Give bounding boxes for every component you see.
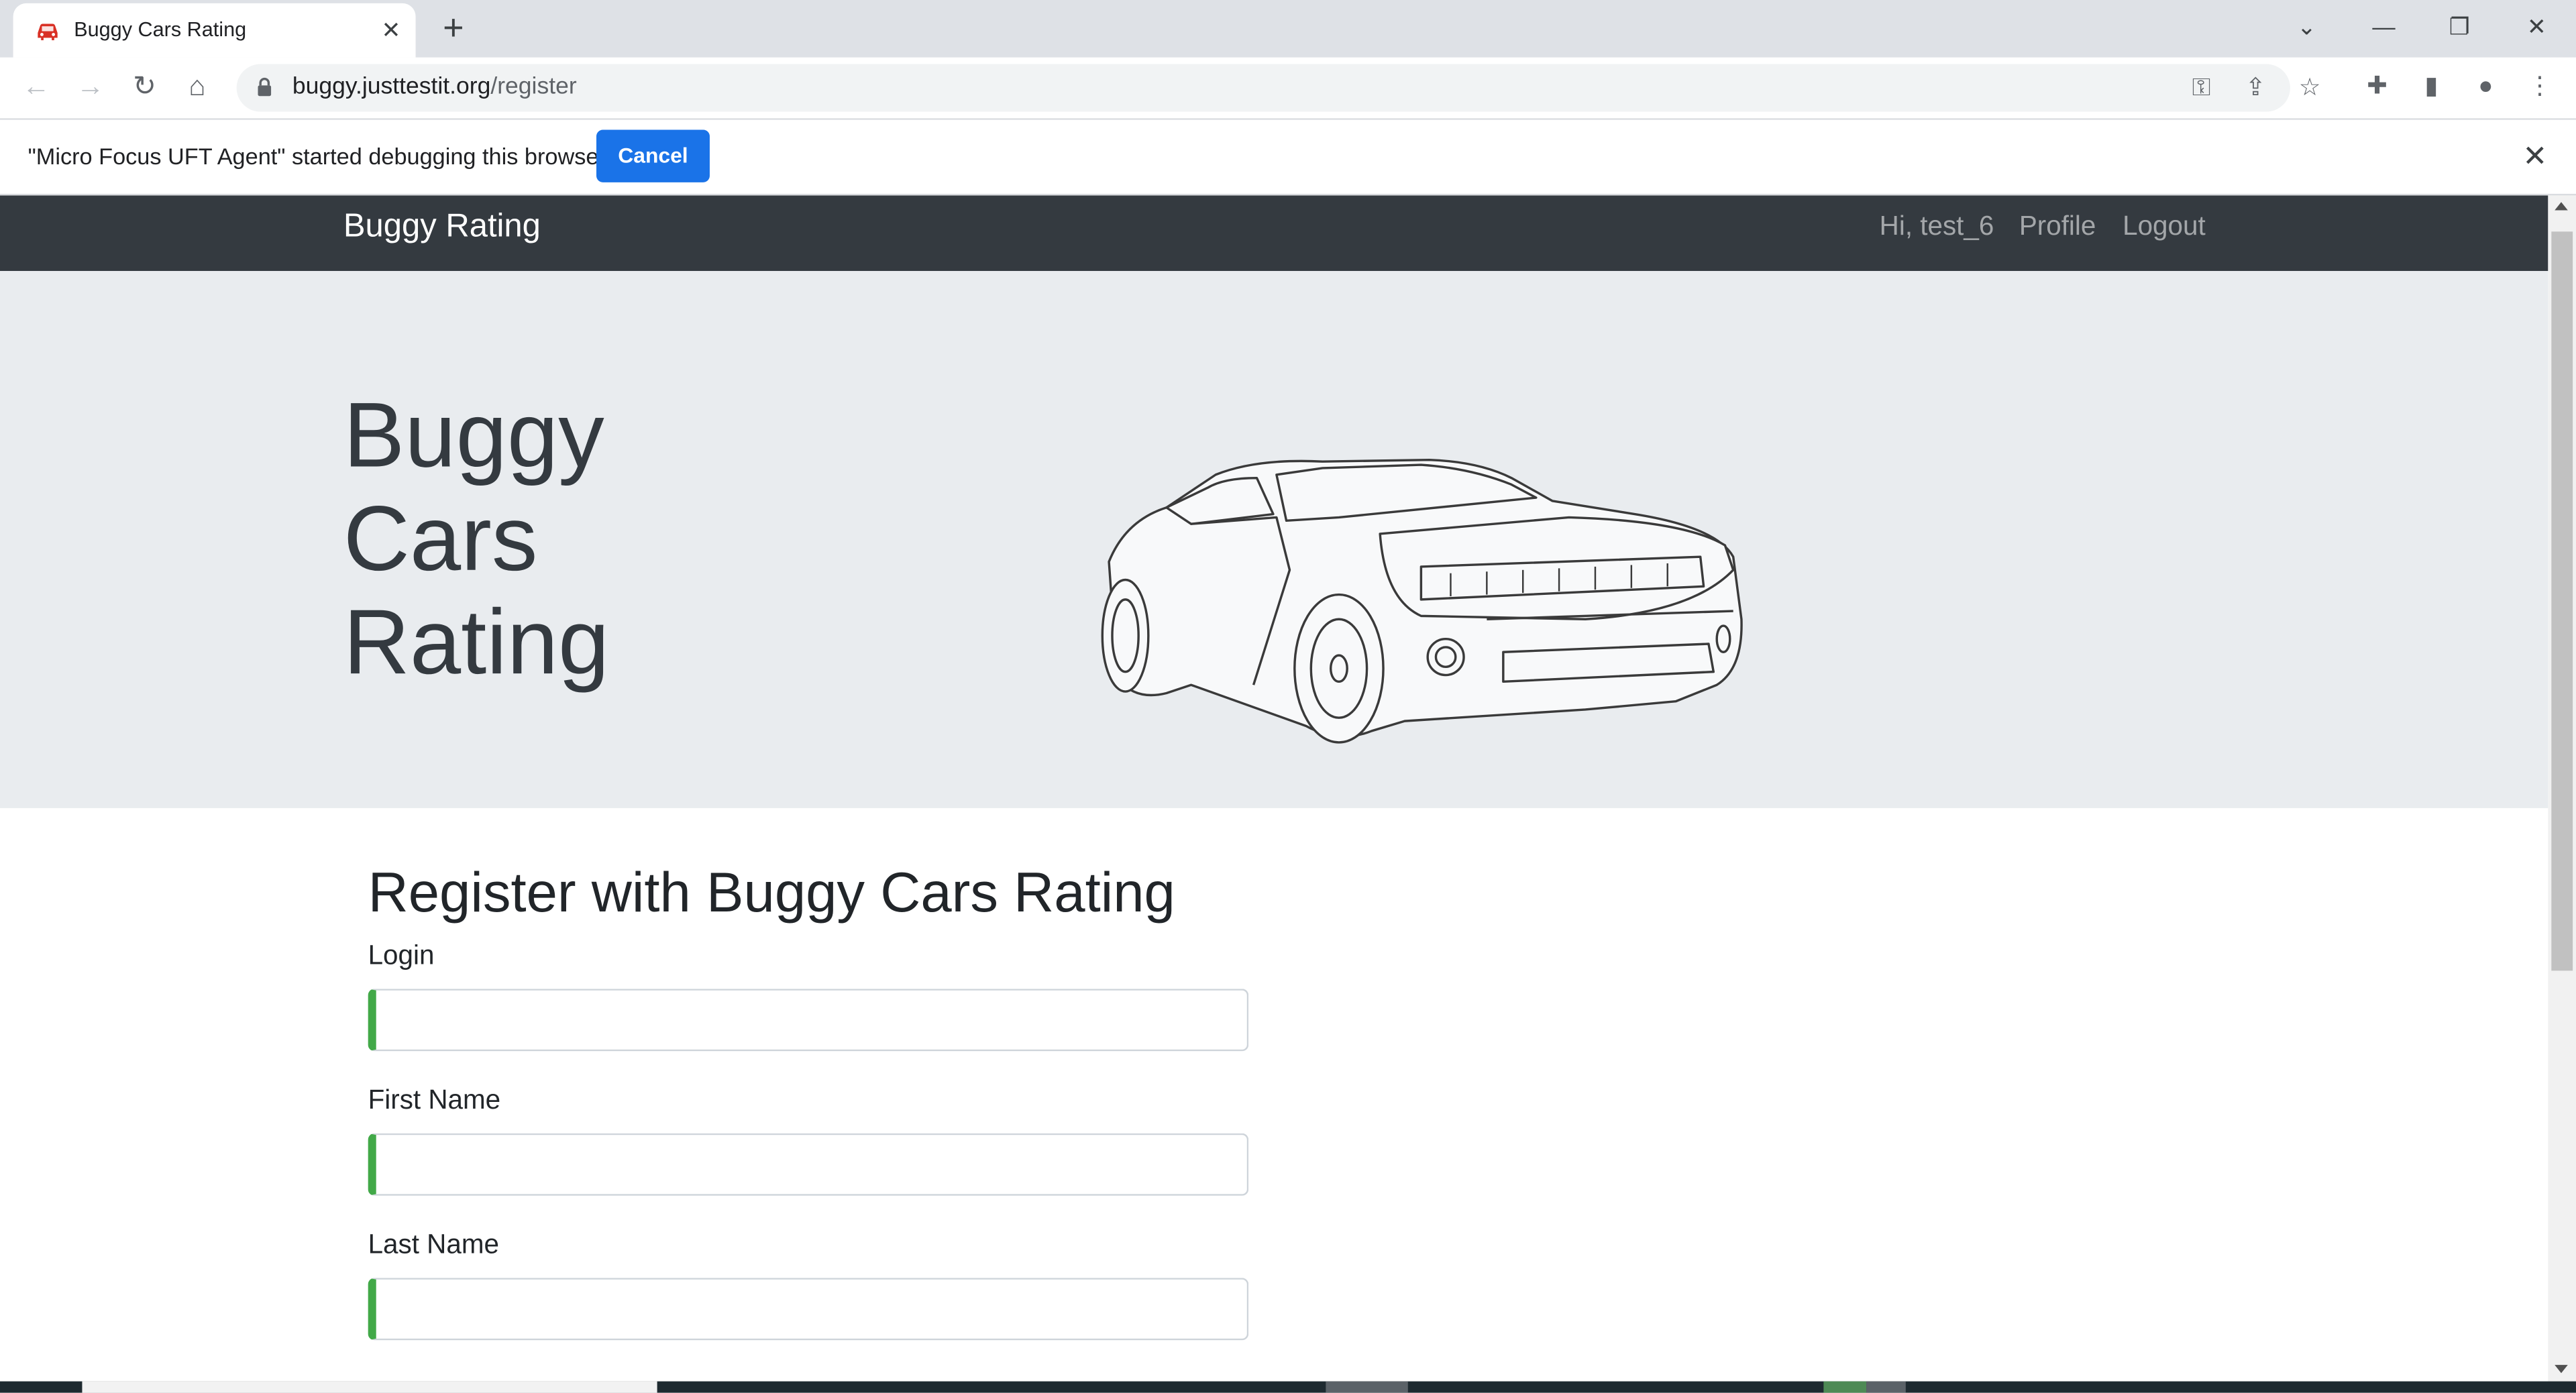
hero-title: Buggy Cars Rating [343,383,705,693]
minimize-button[interactable]: — [2359,5,2408,48]
star-icon[interactable]: ☆ [2294,72,2326,105]
taskbar-app-icon[interactable] [1823,1381,1867,1393]
login-input[interactable] [368,989,1249,1052]
taskbar-search-box[interactable] [82,1381,657,1393]
share-icon[interactable]: ⇪ [2239,72,2272,105]
reload-icon[interactable]: ↻ [123,66,166,109]
site-navbar: Buggy Rating Hi, test_6 Profile Logout [0,195,2548,272]
page-viewport: Buggy Rating Hi, test_6 Profile Logout B… [0,195,2548,1382]
profile-icon[interactable]: ● [2469,70,2502,103]
infobar-close-icon[interactable]: ✕ [2518,140,2551,172]
browser-window: Buggy Cars Rating ✕ + ⌄ — ❐ ✕ ← → ↻ ⌂ bu… [0,0,2576,1393]
register-heading: Register with Buggy Cars Rating [368,862,1175,925]
os-taskbar [0,1381,2576,1393]
extensions-icon[interactable]: ✚ [2361,70,2394,103]
last-name-label: Last Name [368,1230,499,1260]
greeting-text: Hi, test_6 [1879,211,1994,242]
tab-title: Buggy Cars Rating [74,17,247,42]
menu-icon[interactable]: ⋮ [2524,70,2557,103]
restore-button[interactable]: ❐ [2434,5,2483,48]
cancel-button[interactable]: Cancel [596,129,710,182]
logout-link[interactable]: Logout [2123,212,2206,243]
login-label: Login [368,941,435,971]
car-favicon-icon [38,23,58,41]
scroll-up-arrow-icon[interactable] [2555,202,2568,211]
url-text[interactable]: buggy.justtestit.org/register [292,74,577,100]
url-host: buggy.justtestit.org [292,74,491,101]
tab-strip: Buggy Cars Rating ✕ + ⌄ — ❐ ✕ [0,0,2576,58]
new-tab-button[interactable]: + [434,7,474,48]
scrollbar-thumb[interactable] [2551,231,2573,971]
home-icon[interactable]: ⌂ [176,66,219,109]
hero-title-line: Cars [343,486,538,590]
key-icon[interactable]: ⚿ [2185,72,2218,105]
first-name-label: First Name [368,1085,501,1115]
taskbar-app-icon[interactable] [1326,1381,1408,1393]
hero-banner: Buggy Cars Rating [0,271,2548,808]
address-bar[interactable]: buggy.justtestit.org/register ⚿ ⇪ ☆ [236,64,2321,112]
browser-tab[interactable]: Buggy Cars Rating ✕ [13,3,416,58]
brand-link[interactable]: Buggy Rating [343,209,541,246]
hero-title-line: Rating [343,590,610,693]
tab-search-icon[interactable]: ⌄ [2282,5,2331,48]
back-icon[interactable]: ← [15,66,58,109]
lock-icon [258,77,272,97]
last-name-input[interactable] [368,1278,1249,1341]
browser-toolbar: ← → ↻ ⌂ buggy.justtestit.org/register ⚿ … [0,57,2576,120]
forward-icon[interactable]: → [69,66,112,109]
debug-infobar: "Micro Focus UFT Agent" started debuggin… [0,119,2576,196]
side-panel-icon[interactable]: ▮ [2415,70,2448,103]
hero-title-line: Buggy [343,382,604,486]
tab-close-icon[interactable]: ✕ [376,15,406,44]
scroll-down-arrow-icon[interactable] [2555,1365,2568,1374]
first-name-input[interactable] [368,1133,1249,1196]
car-sketch-image [1101,459,1743,744]
page-scrollbar[interactable] [2548,195,2576,1382]
profile-link[interactable]: Profile [2019,212,2096,243]
url-path: /register [490,74,577,101]
infobar-message: "Micro Focus UFT Agent" started debuggin… [28,143,606,170]
window-close-button[interactable]: ✕ [2512,5,2561,48]
taskbar-app-icon[interactable] [1866,1381,1906,1393]
